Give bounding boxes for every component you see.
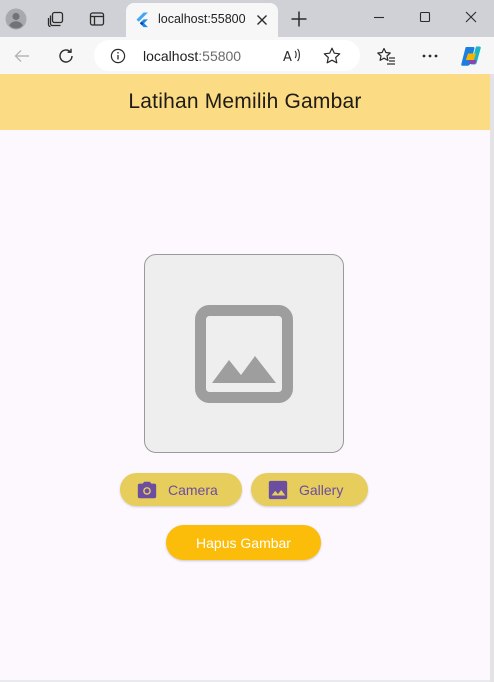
- tab-title: localhost:55800: [158, 12, 246, 26]
- tab-strip: localhost:55800: [0, 0, 494, 37]
- image-preview: [144, 254, 344, 453]
- navigation-bar: localhost:55800 A: [0, 37, 494, 74]
- browser-tab[interactable]: localhost:55800: [126, 3, 278, 37]
- address-bar[interactable]: localhost:55800 A: [94, 40, 360, 71]
- browser-window: localhost:55800 localhost:55800 A Latiha…: [0, 0, 494, 682]
- photo-icon: [268, 480, 288, 499]
- tab-actions-icon[interactable]: [84, 6, 110, 32]
- url-text: localhost:55800: [143, 48, 241, 64]
- camera-icon: [137, 481, 157, 498]
- read-aloud-icon[interactable]: A: [282, 46, 302, 66]
- gallery-label: Gallery: [299, 481, 344, 498]
- camera-label: Camera: [168, 481, 218, 498]
- window-edge: [490, 74, 494, 682]
- flutter-icon: [136, 12, 148, 28]
- more-icon[interactable]: [416, 42, 444, 70]
- copilot-icon[interactable]: [457, 42, 485, 70]
- close-window-icon[interactable]: [449, 4, 493, 30]
- page-viewport: Latihan Memilih Gambar Camera Gallery Ha…: [0, 74, 490, 680]
- url-host: localhost: [143, 48, 199, 64]
- clear-image-button[interactable]: Hapus Gambar: [166, 525, 321, 560]
- clear-image-label: Hapus Gambar: [196, 534, 291, 551]
- image-placeholder-icon: [195, 305, 293, 403]
- camera-button[interactable]: Camera: [120, 473, 242, 506]
- app-bar: Latihan Memilih Gambar: [0, 74, 490, 130]
- close-icon[interactable]: [254, 12, 270, 28]
- page-title: Latihan Memilih Gambar: [128, 90, 362, 113]
- info-icon[interactable]: [110, 48, 126, 64]
- maximize-icon[interactable]: [403, 4, 447, 30]
- favorites-icon[interactable]: [372, 42, 400, 70]
- svg-text:A: A: [283, 50, 292, 65]
- profile-icon[interactable]: [3, 6, 29, 32]
- gallery-button[interactable]: Gallery: [251, 473, 368, 506]
- star-icon[interactable]: [322, 46, 342, 66]
- plus-icon[interactable]: [288, 8, 310, 30]
- url-port: :55800: [198, 48, 242, 64]
- minimize-icon[interactable]: [357, 4, 401, 30]
- workspaces-icon[interactable]: [43, 6, 69, 32]
- refresh-icon[interactable]: [52, 42, 80, 70]
- back-arrow-icon[interactable]: [8, 42, 36, 70]
